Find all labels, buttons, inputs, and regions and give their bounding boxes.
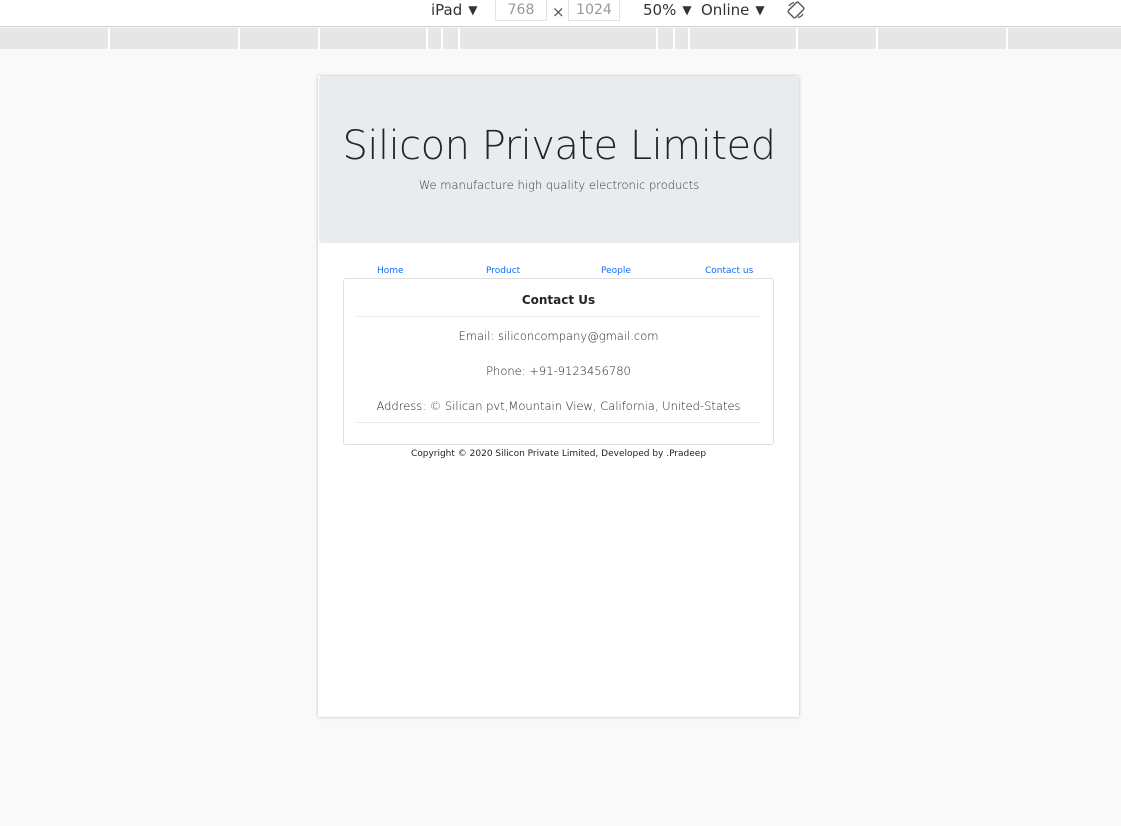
site-tagline: We manufacture high quality electronic p… (418, 178, 700, 192)
contact-card: Contact Us Email: siliconcompany@gmail.c… (343, 278, 774, 445)
footer-copyright: Copyright © 2020 Silicon Private Limited… (410, 449, 707, 459)
chevron-down-icon: ▼ (755, 3, 765, 17)
contact-address: Address: © Silican pvt,Mountain View, Ca… (376, 399, 741, 413)
zoom-select-label: 50% (643, 1, 677, 19)
ruler-tick[interactable] (318, 28, 320, 49)
card-divider (356, 422, 761, 423)
ruler-tick[interactable] (441, 28, 443, 49)
ruler-tick[interactable] (688, 28, 690, 49)
ruler-tick[interactable] (426, 28, 428, 49)
nav-link-people[interactable]: People (601, 264, 631, 278)
card-divider (356, 316, 761, 317)
height-input[interactable] (568, 0, 620, 21)
ruler-tick[interactable] (656, 28, 658, 49)
throttle-select[interactable]: Online ▼ (701, 0, 765, 26)
nav-link-contact[interactable]: Contact us (705, 264, 753, 278)
chevron-down-icon: ▼ (468, 3, 478, 17)
main-nav: Home Product People Contact us (318, 264, 799, 278)
device-select-label: iPad (431, 1, 463, 19)
device-viewport: Silicon Private Limited We manufacture h… (318, 76, 799, 717)
ruler-tick[interactable] (876, 28, 878, 49)
ruler-tick[interactable] (796, 28, 798, 49)
contact-email: Email: siliconcompany@gmail.com (458, 329, 659, 343)
dimension-separator: × (552, 3, 565, 21)
width-input[interactable] (495, 0, 547, 21)
media-query-ruler[interactable] (0, 28, 1121, 49)
site-title: Silicon Private Limited (342, 123, 776, 169)
ruler-tick[interactable] (673, 28, 675, 49)
ruler-tick[interactable] (108, 28, 110, 49)
device-select[interactable]: iPad ▼ (431, 0, 478, 26)
jumbotron: Silicon Private Limited We manufacture h… (319, 76, 799, 243)
chevron-down-icon: ▼ (682, 3, 692, 17)
nav-link-home[interactable]: Home (377, 264, 404, 278)
throttle-select-label: Online (701, 1, 750, 19)
device-toolbar: iPad ▼ × 50% ▼ Online ▼ (0, 0, 1121, 27)
ruler-tick[interactable] (1006, 28, 1008, 49)
ruler-tick[interactable] (238, 28, 240, 49)
rotate-icon-svg (787, 1, 805, 19)
nav-link-product[interactable]: Product (486, 264, 520, 278)
contact-phone: Phone: +91-9123456780 (486, 364, 631, 378)
rotate-icon[interactable] (786, 0, 806, 26)
zoom-select[interactable]: 50% ▼ (643, 0, 692, 26)
contact-card-title: Contact Us (521, 293, 596, 307)
ruler-tick[interactable] (458, 28, 460, 49)
